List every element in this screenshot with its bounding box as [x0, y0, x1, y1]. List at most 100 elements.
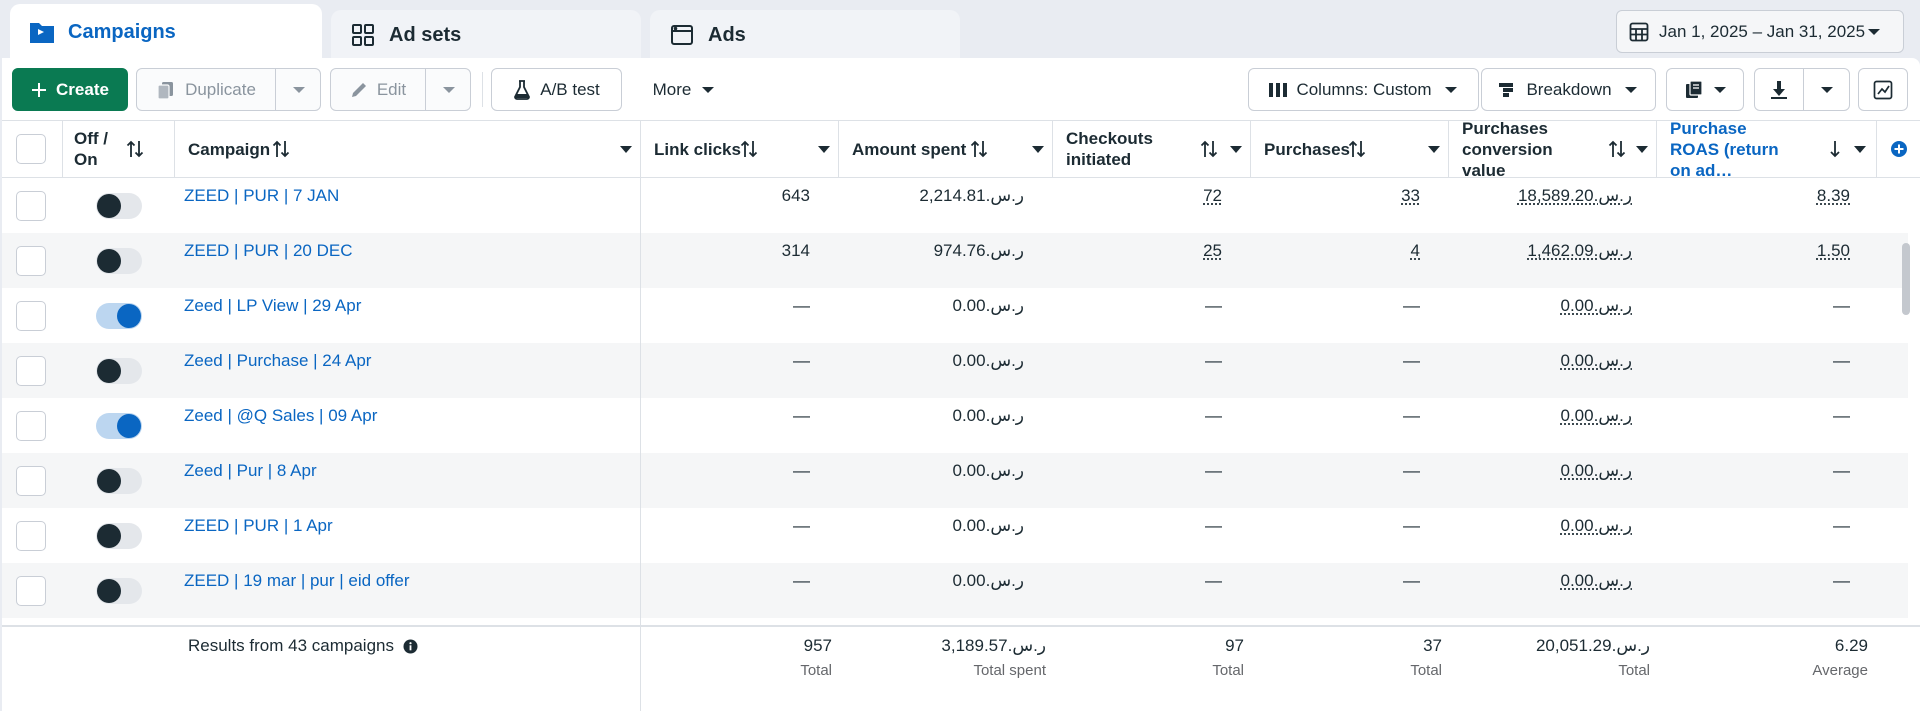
tab-label: Ads: [708, 23, 746, 46]
table-row[interactable]: ZEED | 19 mar | pur | eid offer — 0.00.ر.س…: [2, 563, 1908, 618]
export-button[interactable]: [1755, 69, 1803, 110]
table-row[interactable]: ZEED | PUR | 20 DEC 314 974.76.ر.س 25 4 1,462…: [2, 233, 1908, 288]
conversion-value-cell[interactable]: 0.00.ر.س: [1561, 571, 1633, 591]
campaign-toggle[interactable]: [96, 358, 142, 384]
checkouts-cell[interactable]: 72: [1203, 186, 1222, 206]
chevron-down-icon[interactable]: [620, 146, 632, 153]
table-row[interactable]: ZEED | PUR | 7 JAN 643 2,214.81.ر.س 72 33 18,…: [2, 178, 1908, 233]
row-checkbox[interactable]: [16, 356, 46, 386]
chevron-down-icon[interactable]: [1230, 146, 1242, 153]
table-row[interactable]: Zeed | Purchase | 24 Apr — 0.00.ر.س — — 0.00.…: [2, 343, 1908, 398]
purchases-cell: —: [1403, 571, 1420, 590]
purchases-cell: —: [1403, 461, 1420, 480]
conversion-value-cell[interactable]: 0.00.ر.س: [1561, 351, 1633, 371]
campaign-toggle[interactable]: [96, 523, 142, 549]
campaign-toggle[interactable]: [96, 193, 142, 219]
purchase-roas-cell: —: [1833, 461, 1850, 480]
campaign-name-link[interactable]: ZEED | PUR | 1 Apr: [184, 516, 333, 536]
toggle-knob: [97, 469, 121, 493]
table-row[interactable]: ZEED | PUR | 1 Apr — 0.00.ر.س — — 0.00.ر.س —: [2, 508, 1908, 563]
row-checkbox[interactable]: [16, 466, 46, 496]
chevron-down-icon[interactable]: [1428, 146, 1440, 153]
campaign-toggle[interactable]: [96, 578, 142, 604]
edit-button[interactable]: Edit: [331, 69, 425, 110]
chevron-down-icon[interactable]: [1854, 146, 1866, 153]
campaign-toggle[interactable]: [96, 303, 142, 329]
campaign-toggle[interactable]: [96, 413, 142, 439]
row-checkbox[interactable]: [16, 191, 46, 221]
chevron-down-icon[interactable]: [1636, 146, 1648, 153]
breakdown-button[interactable]: Breakdown: [1481, 68, 1656, 111]
sort-icon[interactable]: [1608, 139, 1626, 159]
header-checkouts-initiated[interactable]: Checkouts initiated: [1054, 121, 1174, 177]
columns-icon: [1269, 82, 1288, 98]
info-icon[interactable]: [403, 639, 418, 659]
campaign-name-link[interactable]: Zeed | @Q Sales | 09 Apr: [184, 406, 377, 426]
campaign-toggle[interactable]: [96, 248, 142, 274]
campaign-toggle[interactable]: [96, 468, 142, 494]
purchases-cell[interactable]: 4: [1411, 241, 1420, 261]
campaign-name-link[interactable]: Zeed | LP View | 29 Apr: [184, 296, 361, 316]
header-conversion-value[interactable]: Purchases conversion value: [1450, 119, 1580, 180]
duplicate-dropdown[interactable]: [276, 69, 321, 110]
tab-ads[interactable]: Ads: [650, 10, 960, 60]
conversion-value-cell[interactable]: 0.00.ر.س: [1561, 461, 1633, 481]
purchases-cell[interactable]: 33: [1401, 186, 1420, 206]
date-range-picker[interactable]: Jan 1, 2025 – Jan 31, 2025: [1616, 10, 1904, 53]
table-row[interactable]: Zeed | @Q Sales | 09 Apr — 0.00.ر.س — — 0.00.…: [2, 398, 1908, 453]
row-checkbox[interactable]: [16, 411, 46, 441]
row-checkbox[interactable]: [16, 246, 46, 276]
campaign-name-link[interactable]: Zeed | Purchase | 24 Apr: [184, 351, 371, 371]
flask-icon: [513, 79, 531, 100]
sort-icon[interactable]: [272, 139, 290, 159]
edit-dropdown[interactable]: [426, 69, 471, 110]
table-row[interactable]: Zeed | Pur | 8 Apr — 0.00.ر.س — — 0.00.ر.س —: [2, 453, 1908, 508]
campaign-name-link[interactable]: ZEED | PUR | 7 JAN: [184, 186, 339, 206]
charts-button[interactable]: [1858, 68, 1908, 111]
add-column-icon[interactable]: [1890, 140, 1908, 163]
tab-campaigns[interactable]: Campaigns: [10, 4, 322, 60]
chevron-down-icon[interactable]: [818, 146, 830, 153]
reports-button[interactable]: [1666, 68, 1744, 111]
columns-button[interactable]: Columns: Custom: [1248, 68, 1479, 111]
row-checkbox[interactable]: [16, 301, 46, 331]
row-checkbox[interactable]: [16, 521, 46, 551]
conversion-value-cell[interactable]: 18,589.20.ر.س: [1518, 186, 1632, 206]
more-button[interactable]: More: [634, 68, 734, 111]
sort-icon[interactable]: [970, 139, 988, 159]
export-dropdown[interactable]: [1804, 69, 1850, 110]
purchase-roas-cell[interactable]: 1.50: [1817, 241, 1850, 261]
header-purchase-roas[interactable]: Purchase ROAS (return on ad…: [1658, 119, 1798, 180]
table-row[interactable]: Zeed | LP View | 29 Apr — 0.00.ر.س — — 0.00.ر…: [2, 288, 1908, 343]
purchase-roas-cell[interactable]: 8.39: [1817, 186, 1850, 206]
row-checkbox[interactable]: [16, 576, 46, 606]
sort-icon[interactable]: [1348, 139, 1366, 159]
chevron-down-icon: [1624, 86, 1637, 93]
conversion-value-cell[interactable]: 0.00.ر.س: [1561, 516, 1633, 536]
duplicate-button[interactable]: Duplicate: [137, 69, 275, 110]
conversion-value-cell[interactable]: 1,462.09.ر.س: [1527, 241, 1632, 261]
scrollbar-thumb[interactable]: [1902, 243, 1910, 315]
sort-icon[interactable]: [1200, 139, 1218, 159]
sort-desc-icon[interactable]: [1828, 139, 1842, 159]
total-link-clicks-label: Total: [800, 662, 832, 679]
conversion-value-cell[interactable]: 0.00.ر.س: [1561, 296, 1633, 316]
chevron-down-icon[interactable]: [1032, 146, 1044, 153]
ab-test-button[interactable]: A/B test: [491, 68, 622, 111]
conversion-value-cell[interactable]: 0.00.ر.س: [1561, 406, 1633, 426]
tab-bar: Campaigns Ad sets Ads Jan 1, 2025 – Jan …: [0, 0, 1920, 60]
amount-spent-cell: 0.00.ر.س: [952, 571, 1025, 590]
header-link-clicks[interactable]: Link clicks: [642, 121, 782, 177]
tab-ad-sets[interactable]: Ad sets: [331, 10, 641, 60]
sort-icon[interactable]: [126, 139, 144, 159]
create-button[interactable]: Create: [12, 68, 128, 111]
campaign-name-link[interactable]: ZEED | 19 mar | pur | eid offer: [184, 571, 410, 591]
checkouts-cell[interactable]: 25: [1203, 241, 1222, 261]
select-all-checkbox[interactable]: [16, 134, 46, 164]
header-amount-spent[interactable]: Amount spent: [840, 121, 990, 177]
sort-icon[interactable]: [740, 139, 758, 159]
campaign-name-link[interactable]: Zeed | Pur | 8 Apr: [184, 461, 317, 481]
total-link-clicks: 957: [803, 636, 832, 655]
link-clicks-cell: —: [793, 461, 810, 480]
campaign-name-link[interactable]: ZEED | PUR | 20 DEC: [184, 241, 352, 261]
